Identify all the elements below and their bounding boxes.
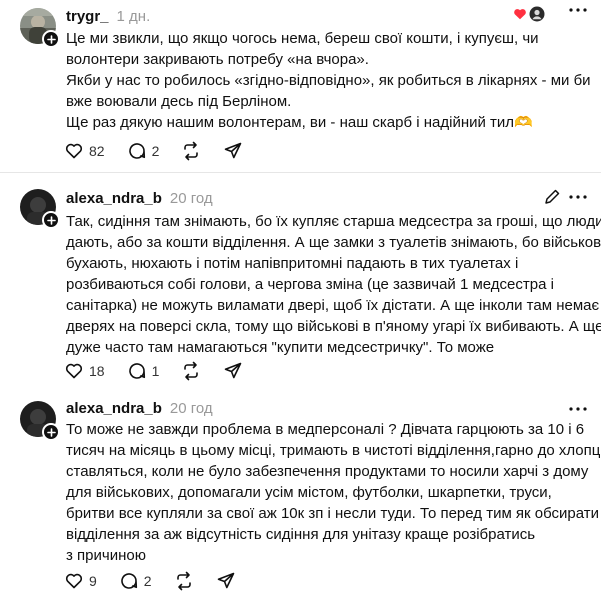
share-icon (225, 142, 242, 159)
post-text-line: бухають, нюхають і потім напівпритомні п… (66, 255, 519, 272)
repost-button[interactable] (181, 361, 201, 381)
share-button[interactable] (223, 361, 243, 381)
post-text-line: То може не завжди проблема в медперсонал… (66, 421, 585, 438)
post-text-line: Так, сидіння там знімають, бо їх купляє … (66, 213, 601, 230)
repost-icon (184, 141, 199, 161)
post-text-line: Ще раз дякую нашим волонтерам, ви - наш … (66, 112, 586, 133)
post-time: 20 год (169, 190, 213, 207)
username[interactable]: alexa_ndra_b (66, 190, 162, 207)
post-header: alexa_ndra_b 20 год (66, 190, 213, 207)
comment-icon (128, 363, 145, 379)
username[interactable]: trygr_ (66, 8, 109, 25)
follow-plus-icon[interactable] (42, 211, 60, 229)
post-text-line: Якби у нас то робилось «згідно-відповідн… (66, 72, 591, 89)
post-text-line-content: Ще раз дякую нашим волонтерам, ви - наш … (66, 114, 515, 131)
post-text-line: дають, або за кошти відділення. А ще зам… (66, 234, 601, 251)
like-count: 18 (89, 363, 105, 379)
heart-icon (65, 573, 83, 589)
post-header: alexa_ndra_b 20 год (66, 400, 213, 417)
repost-icon (184, 361, 199, 381)
post-text-line: розбиваються собі голови, а чергова змін… (66, 276, 554, 293)
post-text-line: бритви все купляли за свої аж 10к зп і н… (66, 505, 600, 522)
follow-plus-icon[interactable] (42, 423, 60, 441)
reply-count: 1 (151, 363, 160, 379)
post-text: То може не завжди проблема в медперсонал… (66, 419, 601, 566)
avatar-alexa[interactable] (20, 189, 60, 229)
post-actions: 9 2 (64, 571, 258, 591)
post-text-line: ставляться, коли не було забезпечення пр… (66, 463, 589, 480)
avatar-alexa[interactable] (20, 401, 60, 441)
follow-plus-icon[interactable] (42, 30, 60, 48)
avatar-trygr[interactable] (20, 8, 60, 48)
like-button[interactable]: 82 (64, 141, 105, 161)
more-options-icon[interactable] (569, 8, 587, 12)
share-button[interactable] (223, 141, 243, 161)
share-button[interactable] (216, 571, 236, 591)
reply-button[interactable]: 2 (119, 571, 152, 591)
post-text-line: відділення за аж відсутність сидіння для… (66, 526, 536, 543)
reply-count: 2 (143, 573, 152, 589)
heart-icon (65, 143, 83, 159)
comment-icon (128, 143, 145, 159)
more-options-icon[interactable] (569, 195, 587, 199)
post-text-line: Це ми звикли, що якщо чогось нема, береш… (66, 30, 539, 47)
like-button[interactable]: 18 (64, 361, 105, 381)
post-2: alexa_ndra_b 20 год Так, сидіння там зні… (0, 173, 601, 389)
post-text: Це ми звикли, що якщо чогось нема, береш… (66, 28, 591, 133)
post-text: Так, сидіння там знімають, бо їх купляє … (66, 211, 601, 358)
post-text-line: для військових, допомагали усім містом, … (66, 484, 552, 501)
heart-filled-icon (514, 9, 526, 20)
repost-icon (176, 571, 191, 591)
post-text-line: дверях на поверсі скла, тому що військов… (66, 318, 601, 335)
reply-button[interactable]: 1 (127, 361, 160, 381)
post-time: 20 год (169, 400, 213, 417)
more-options-icon[interactable] (569, 407, 587, 411)
like-count: 82 (89, 143, 105, 159)
post-actions: 82 2 (64, 141, 265, 161)
post-text-line: дуже часто там намагаються "купити медсе… (66, 339, 495, 356)
post-actions: 18 1 (64, 361, 265, 381)
post-text-line: санітарка) не можуть виламати двері, щоб… (66, 297, 601, 314)
comment-icon (121, 573, 137, 589)
reply-count: 2 (151, 143, 160, 159)
post-text-line: з причиною (66, 547, 146, 564)
post-time: 1 дн. (116, 8, 151, 25)
post-text-line: волонтери закривають потребу «на вчора». (66, 51, 369, 68)
username[interactable]: alexa_ndra_b (66, 400, 162, 417)
repost-button[interactable] (181, 141, 201, 161)
post-text-line: вже воювали десь під Берліном. (66, 93, 292, 110)
post-1: trygr_ 1 дн. Це ми звикли, що якщо чогос… (0, 0, 601, 172)
post-3: alexa_ndra_b 20 год То може не завжди пр… (0, 389, 601, 600)
heart-icon (65, 363, 83, 379)
like-count: 9 (89, 573, 97, 589)
hand-heart-emoji: 🫶 (514, 114, 533, 131)
post-text-line: тисяч на місяць в цьому місці, тримають … (66, 442, 601, 459)
edit-pen-icon[interactable] (543, 188, 561, 211)
share-icon (217, 572, 234, 589)
reply-button[interactable]: 2 (127, 141, 160, 161)
like-button[interactable]: 9 (64, 571, 97, 591)
post-header: trygr_ 1 дн. (66, 8, 150, 25)
post-badges (513, 6, 545, 22)
repost-button[interactable] (174, 571, 194, 591)
author-avatar-small-icon (529, 6, 545, 22)
share-icon (225, 362, 242, 379)
